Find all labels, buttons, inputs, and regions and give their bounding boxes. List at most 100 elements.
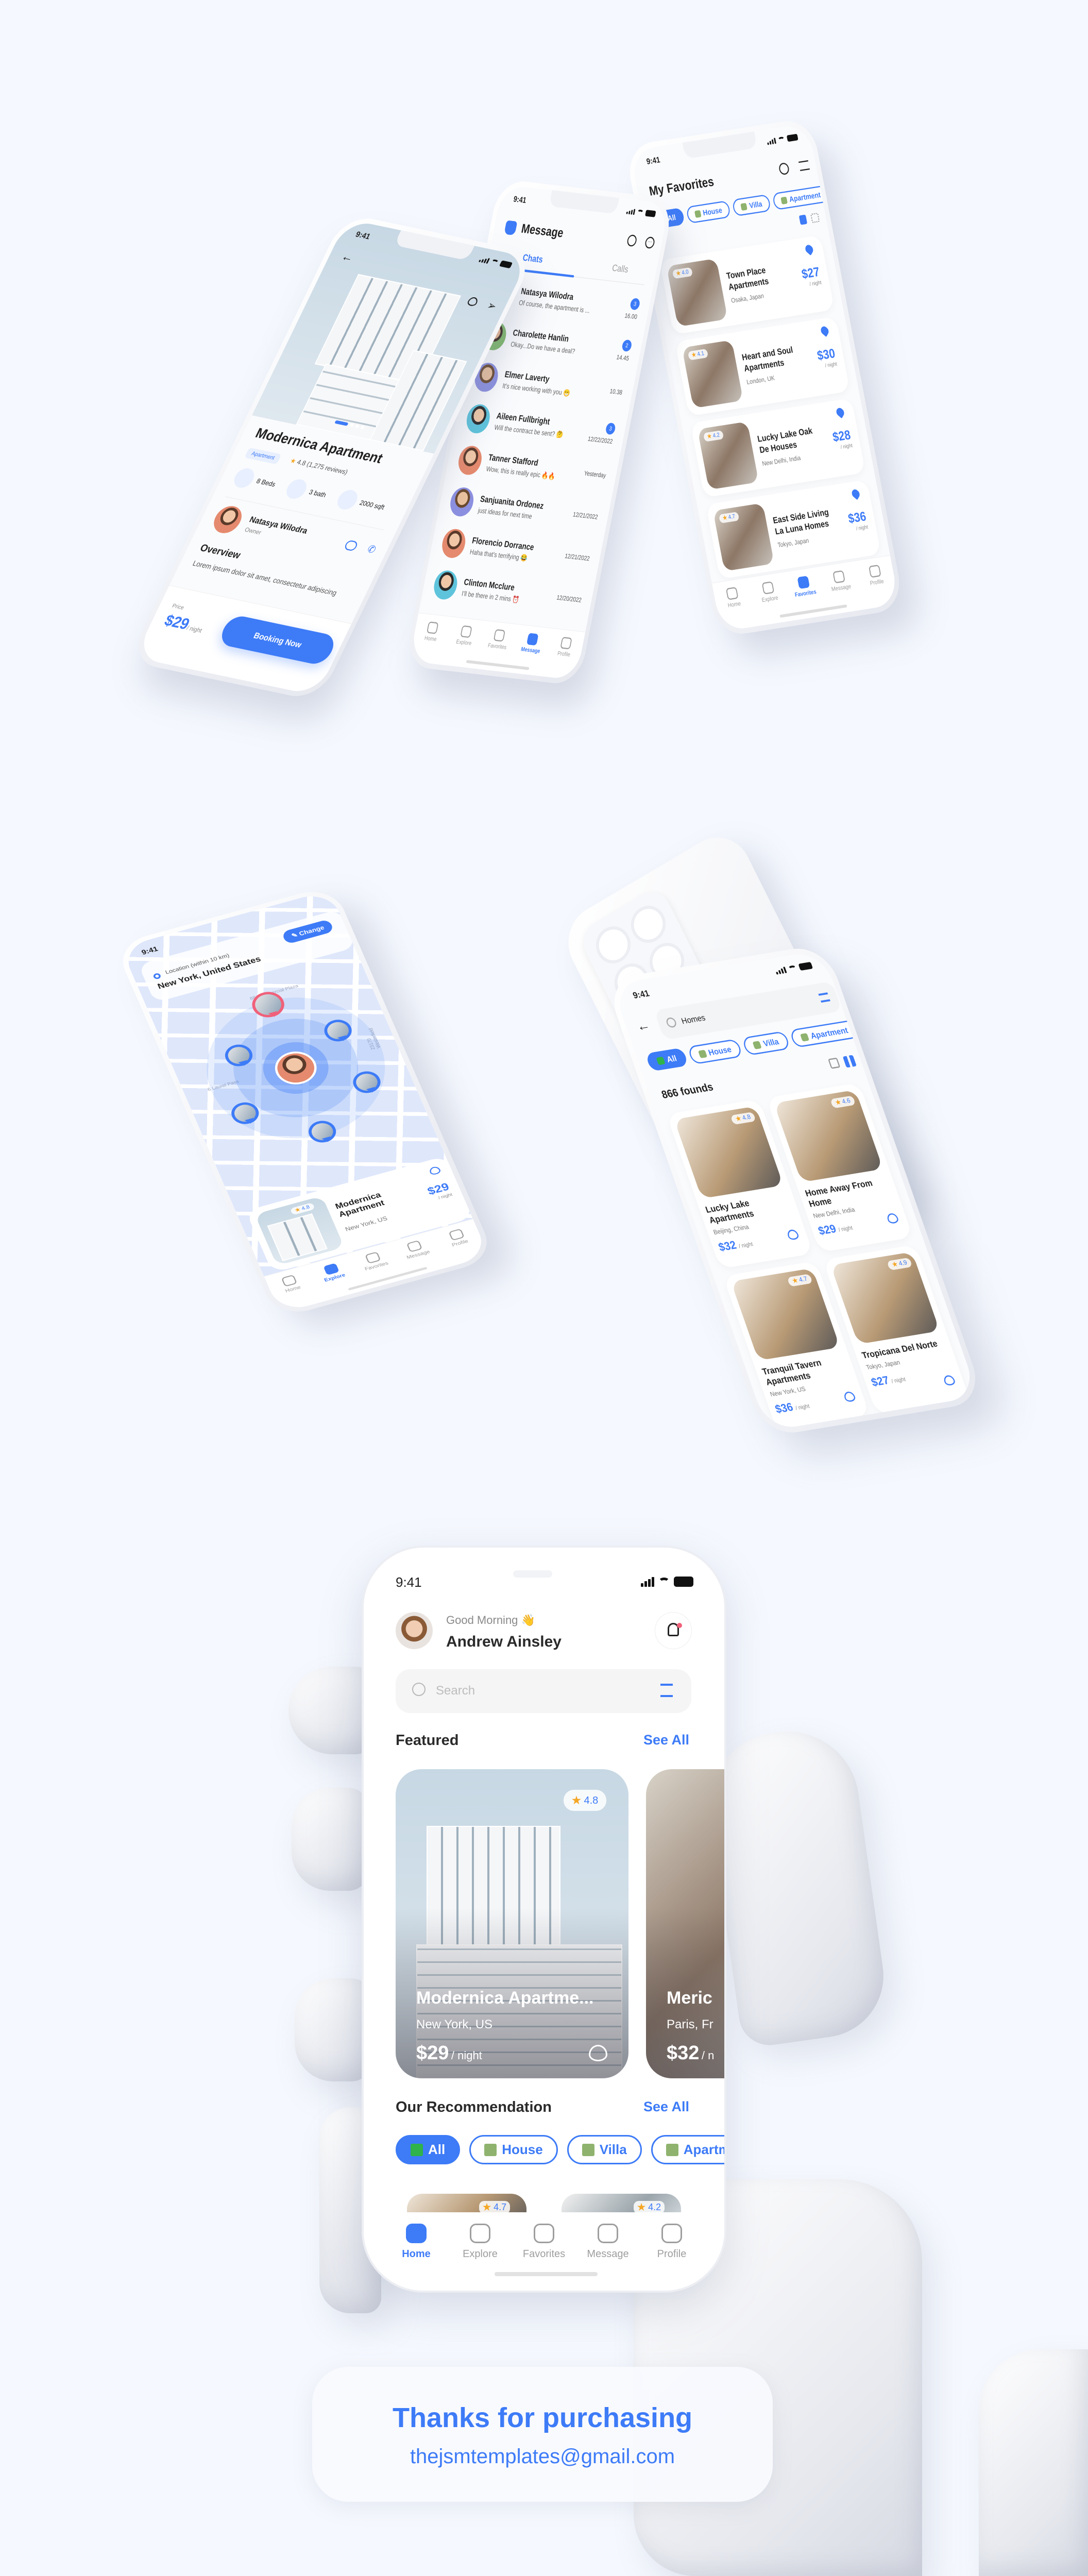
category-chip[interactable]: House bbox=[685, 200, 732, 224]
back-arrow-icon[interactable]: ← bbox=[634, 1017, 652, 1035]
chip-label: All bbox=[665, 1053, 678, 1064]
heart-filled-icon[interactable] bbox=[851, 487, 861, 500]
recommendation-see-all-link[interactable]: See All bbox=[643, 2099, 689, 2115]
nav-icon bbox=[427, 621, 439, 634]
chip-label: Apartment bbox=[788, 190, 822, 204]
grid-view-toggle[interactable] bbox=[810, 212, 820, 224]
category-chip[interactable]: Apartment bbox=[772, 184, 830, 211]
featured-card[interactable]: Meric Paris, Fr $32 / n bbox=[646, 1769, 724, 2078]
featured-card[interactable]: ★ 4.8 Modernica Apartme... New York, US … bbox=[396, 1769, 628, 2078]
grid-view-toggle[interactable] bbox=[842, 1055, 857, 1068]
avatar bbox=[464, 403, 492, 435]
property-name: East Side Living La Luna Homes bbox=[772, 507, 830, 537]
nav-item[interactable]: Message bbox=[580, 2224, 636, 2291]
booking-now-button[interactable]: Booking Now bbox=[216, 614, 339, 667]
category-chip[interactable]: House bbox=[687, 1038, 743, 1065]
results-count: 866 founds bbox=[659, 1080, 715, 1101]
featured-see-all-link[interactable]: See All bbox=[643, 1732, 689, 1748]
nav-item[interactable]: Home bbox=[412, 620, 447, 665]
change-location-button[interactable]: ✎ Change bbox=[281, 919, 335, 945]
property-card[interactable]: ★ 4.8 bbox=[879, 1406, 979, 1431]
list-view-toggle[interactable] bbox=[828, 1057, 841, 1069]
heart-filled-icon[interactable] bbox=[804, 243, 814, 256]
rating-badge: ★ 4.8 bbox=[943, 1419, 970, 1431]
favorite-card[interactable]: ★ 4.1 Heart and Soul Apartments London, U… bbox=[674, 316, 850, 416]
avatar bbox=[439, 528, 468, 560]
feature-icon bbox=[334, 488, 361, 512]
bottom-nav: Home Explore Favorites Message Profile bbox=[409, 613, 586, 681]
nav-item[interactable]: Profile bbox=[859, 563, 896, 609]
camera-lens-icon bbox=[625, 899, 672, 950]
user-avatar[interactable] bbox=[396, 1612, 433, 1649]
nav-item[interactable]: Message bbox=[396, 1237, 443, 1278]
hand-finger bbox=[292, 1788, 369, 1891]
category-chip[interactable]: House bbox=[469, 2135, 558, 2164]
category-chip[interactable]: Villa bbox=[732, 194, 772, 217]
property-photo: ★ 4.7 bbox=[730, 1268, 840, 1361]
notification-button[interactable] bbox=[655, 1612, 692, 1649]
nav-item[interactable]: Home bbox=[270, 1272, 318, 1312]
more-options-icon[interactable]: ··· bbox=[644, 236, 656, 249]
filter-icon[interactable] bbox=[818, 992, 830, 1003]
nav-item[interactable]: Profile bbox=[437, 1226, 485, 1266]
nav-item[interactable]: Explore bbox=[452, 2224, 508, 2291]
search-input[interactable]: Search bbox=[396, 1669, 691, 1713]
search-placeholder: Search bbox=[436, 1684, 475, 1698]
heart-filled-icon[interactable] bbox=[835, 406, 846, 419]
nav-item[interactable]: Explore bbox=[752, 580, 789, 625]
chip-label: Villa bbox=[599, 2142, 627, 2157]
list-view-toggle[interactable] bbox=[798, 214, 808, 225]
property-name: Modernica Apartme... bbox=[416, 1988, 594, 2008]
search-phone: 9:41 ← Homes All House Villa Apartment 866 … bbox=[604, 943, 985, 1437]
hand-sleeve bbox=[979, 2349, 1088, 2576]
chip-icon bbox=[411, 2143, 423, 2156]
nav-item[interactable]: Home bbox=[388, 2224, 445, 2291]
nav-item[interactable]: Message bbox=[513, 632, 548, 676]
chip-icon bbox=[740, 202, 748, 211]
search-icon[interactable] bbox=[778, 162, 790, 176]
nav-icon bbox=[598, 2224, 618, 2243]
status-icons bbox=[767, 133, 798, 145]
property-price: $29/ night bbox=[425, 1180, 453, 1200]
nav-item[interactable]: Favorites bbox=[516, 2224, 572, 2291]
tab-calls[interactable]: Calls bbox=[575, 259, 665, 280]
contact-email[interactable]: thejsmtemplates@gmail.com bbox=[312, 2445, 773, 2468]
chat-icon[interactable] bbox=[343, 539, 359, 552]
filter-icon[interactable] bbox=[798, 160, 810, 171]
unread-badge: 2 bbox=[621, 339, 633, 352]
category-chip[interactable]: Apartment bbox=[789, 1019, 860, 1048]
category-chip[interactable]: Villa bbox=[567, 2135, 642, 2164]
property-photo: ★ 4.7 bbox=[712, 503, 775, 571]
chip-icon bbox=[582, 2143, 594, 2156]
favorites-phone: 9:41 My Favorites All House Villa Apartment… bbox=[624, 117, 905, 638]
favorite-card[interactable]: ★ 4.2 Lucky Lake Oak De Houses New Delhi,… bbox=[690, 398, 866, 498]
results-grid: ★ 4.8 Lucky Lake Apartments Beijing, Chi… bbox=[666, 1082, 979, 1431]
message-time: 14.45 bbox=[616, 354, 630, 363]
nav-icon bbox=[322, 1263, 339, 1276]
property-photo: ★ 4.7 bbox=[787, 1430, 897, 1431]
category-chip[interactable]: Villa bbox=[741, 1030, 791, 1056]
chip-icon bbox=[752, 1040, 762, 1049]
feature-list: 8 Beds 3 bath 2000 sqft bbox=[230, 466, 389, 517]
rating-badge: ★ 4.9 bbox=[887, 1257, 913, 1270]
favorite-card[interactable]: ★ 4.0 Town Place Apartments Osaka, Japan … bbox=[659, 235, 835, 335]
heart-icon[interactable] bbox=[589, 2045, 607, 2061]
filter-icon[interactable] bbox=[660, 1684, 673, 1697]
heart-filled-icon[interactable] bbox=[819, 325, 830, 337]
heart-icon[interactable] bbox=[428, 1165, 442, 1176]
chip-icon bbox=[694, 210, 702, 218]
chip-icon bbox=[800, 1032, 809, 1042]
nav-item[interactable]: Explore bbox=[312, 1260, 360, 1301]
nav-item[interactable]: Profile bbox=[643, 2224, 700, 2291]
overview-title: Overview bbox=[198, 541, 243, 561]
category-chip[interactable]: All bbox=[645, 1047, 689, 1072]
nav-item[interactable]: Favorites bbox=[354, 1249, 401, 1290]
nav-item[interactable]: Profile bbox=[546, 636, 581, 680]
category-chip[interactable]: All bbox=[396, 2135, 461, 2164]
avatar bbox=[456, 445, 484, 477]
nav-item[interactable]: Home bbox=[717, 585, 753, 631]
category-chip[interactable]: Apartment bbox=[651, 2135, 724, 2164]
search-icon[interactable] bbox=[626, 234, 638, 247]
rating-badge: ★ 4.1 bbox=[687, 348, 708, 361]
phone-icon[interactable]: ✆ bbox=[365, 543, 378, 556]
